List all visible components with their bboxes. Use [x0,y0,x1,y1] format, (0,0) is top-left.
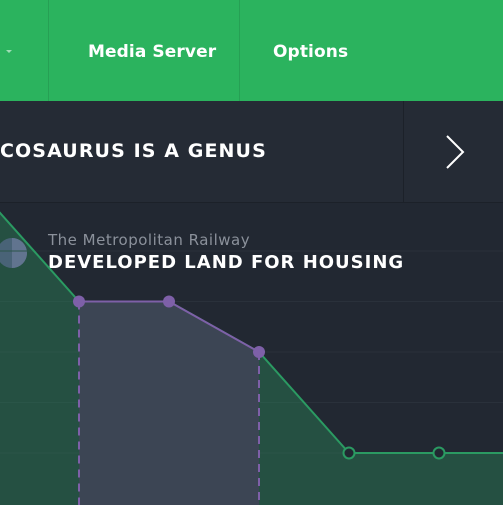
nav-item-media-server[interactable]: Media Server [88,0,216,101]
headline-text: COSAURUS IS A GENUS [0,140,267,162]
purple-data-point [253,346,265,358]
headline-divider [403,101,404,202]
green-data-point [432,446,446,460]
chevron-right-icon[interactable] [434,132,474,172]
nav-separator [48,0,49,101]
top-navigation-bar: Media Server Options [0,0,503,101]
page: Media Server Options COSAURUS IS A GENUS… [0,0,503,505]
area-chart [0,211,503,505]
purple-series [78,300,260,505]
dropdown-caret-icon[interactable] [6,50,12,53]
chart-panel: The Metropolitan Railway DEVELOPED LAND … [0,202,503,505]
green-data-point [342,446,356,460]
purple-area-fill [79,301,259,505]
purple-data-point [163,295,175,308]
purple-data-point [73,295,85,308]
headline-bar: COSAURUS IS A GENUS [0,101,503,202]
nav-item-options[interactable]: Options [273,0,348,101]
nav-separator [239,0,240,101]
